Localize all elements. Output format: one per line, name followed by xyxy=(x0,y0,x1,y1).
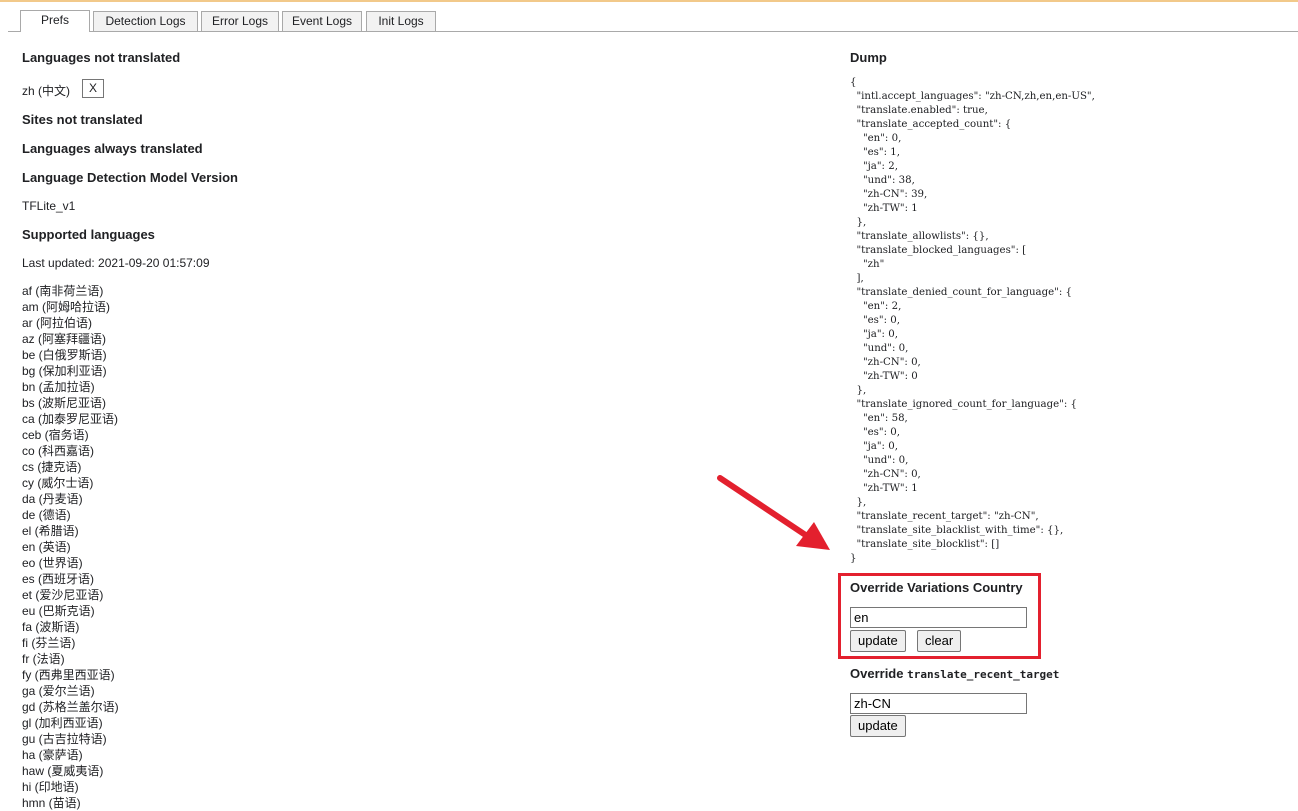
language-item: eu (巴斯克语) xyxy=(22,604,95,618)
language-item: ha (豪萨语) xyxy=(22,748,83,762)
annotation-highlight-box xyxy=(838,573,1041,659)
language-item: hi (印地语) xyxy=(22,780,79,794)
language-item: bn (孟加拉语) xyxy=(22,380,95,394)
tab-init-logs[interactable]: Init Logs xyxy=(366,11,436,31)
language-item: co (科西嘉语) xyxy=(22,444,95,458)
language-item: bg (保加利亚语) xyxy=(22,364,107,378)
language-item: haw (夏威夷语) xyxy=(22,764,104,778)
dump-heading: Dump xyxy=(850,50,887,65)
override-target-heading: Override translate_recent_target xyxy=(850,666,1059,681)
supported-languages-list: af (南非荷兰语) am (阿姆哈拉语) ar (阿拉伯语) az (阿塞拜疆语) b… xyxy=(22,283,119,811)
language-item: et (爱沙尼亚语) xyxy=(22,588,104,602)
top-border xyxy=(0,0,1298,2)
update-target-button[interactable]: update xyxy=(850,715,906,737)
override-target-code: translate_recent_target xyxy=(907,668,1060,681)
language-item: am (阿姆哈拉语) xyxy=(22,300,110,314)
language-item: az (阿塞拜疆语) xyxy=(22,332,107,346)
sites-not-translated-heading: Sites not translated xyxy=(22,112,143,127)
language-item: da (丹麦语) xyxy=(22,492,83,506)
language-item: el (希腊语) xyxy=(22,524,79,538)
tab-prefs[interactable]: Prefs xyxy=(20,10,90,32)
language-item: fr (法语) xyxy=(22,652,65,666)
target-input[interactable] xyxy=(850,693,1027,714)
model-version-heading: Language Detection Model Version xyxy=(22,170,238,185)
language-item: fi (芬兰语) xyxy=(22,636,76,650)
not-translated-language: zh (中文) xyxy=(22,84,71,98)
languages-not-translated-heading: Languages not translated xyxy=(22,50,181,65)
languages-always-translated-heading: Languages always translated xyxy=(22,141,203,156)
language-item: es (西班牙语) xyxy=(22,572,95,586)
last-updated-text: Last updated: 2021-09-20 01:57:09 xyxy=(22,256,210,270)
tab-error-logs[interactable]: Error Logs xyxy=(201,11,279,31)
tab-bar: Prefs Detection Logs Error Logs Event Lo… xyxy=(0,3,1298,32)
language-item: ar (阿拉伯语) xyxy=(22,316,92,330)
language-item: gd (苏格兰盖尔语) xyxy=(22,700,119,714)
language-item: ca (加泰罗尼亚语) xyxy=(22,412,119,426)
annotation-arrow-icon xyxy=(717,475,830,550)
language-item: cs (捷克语) xyxy=(22,460,82,474)
remove-language-button[interactable]: X xyxy=(82,79,104,98)
tab-bar-divider xyxy=(8,31,1298,32)
language-item: hmn (苗语) xyxy=(22,796,81,810)
language-item: fy (西弗里西亚语) xyxy=(22,668,115,682)
supported-languages-heading: Supported languages xyxy=(22,227,155,242)
language-item: gu (古吉拉特语) xyxy=(22,732,107,746)
language-item: ga (爱尔兰语) xyxy=(22,684,95,698)
language-item: eo (世界语) xyxy=(22,556,83,570)
language-item: af (南非荷兰语) xyxy=(22,284,104,298)
language-item: en (英语) xyxy=(22,540,71,554)
language-item: fa (波斯语) xyxy=(22,620,80,634)
model-version-value: TFLite_v1 xyxy=(22,199,76,213)
prefs-dump: { "intl.accept_languages": "zh-CN,zh,en,… xyxy=(850,77,1095,564)
tab-event-logs[interactable]: Event Logs xyxy=(282,11,362,31)
language-item: cy (威尔士语) xyxy=(22,476,94,490)
language-item: be (白俄罗斯语) xyxy=(22,348,107,362)
language-item: de (德语) xyxy=(22,508,71,522)
override-target-prefix: Override xyxy=(850,666,904,681)
language-item: gl (加利西亚语) xyxy=(22,716,103,730)
language-item: bs (波斯尼亚语) xyxy=(22,396,107,410)
tab-detection-logs[interactable]: Detection Logs xyxy=(93,11,198,31)
language-item: ceb (宿务语) xyxy=(22,428,89,442)
